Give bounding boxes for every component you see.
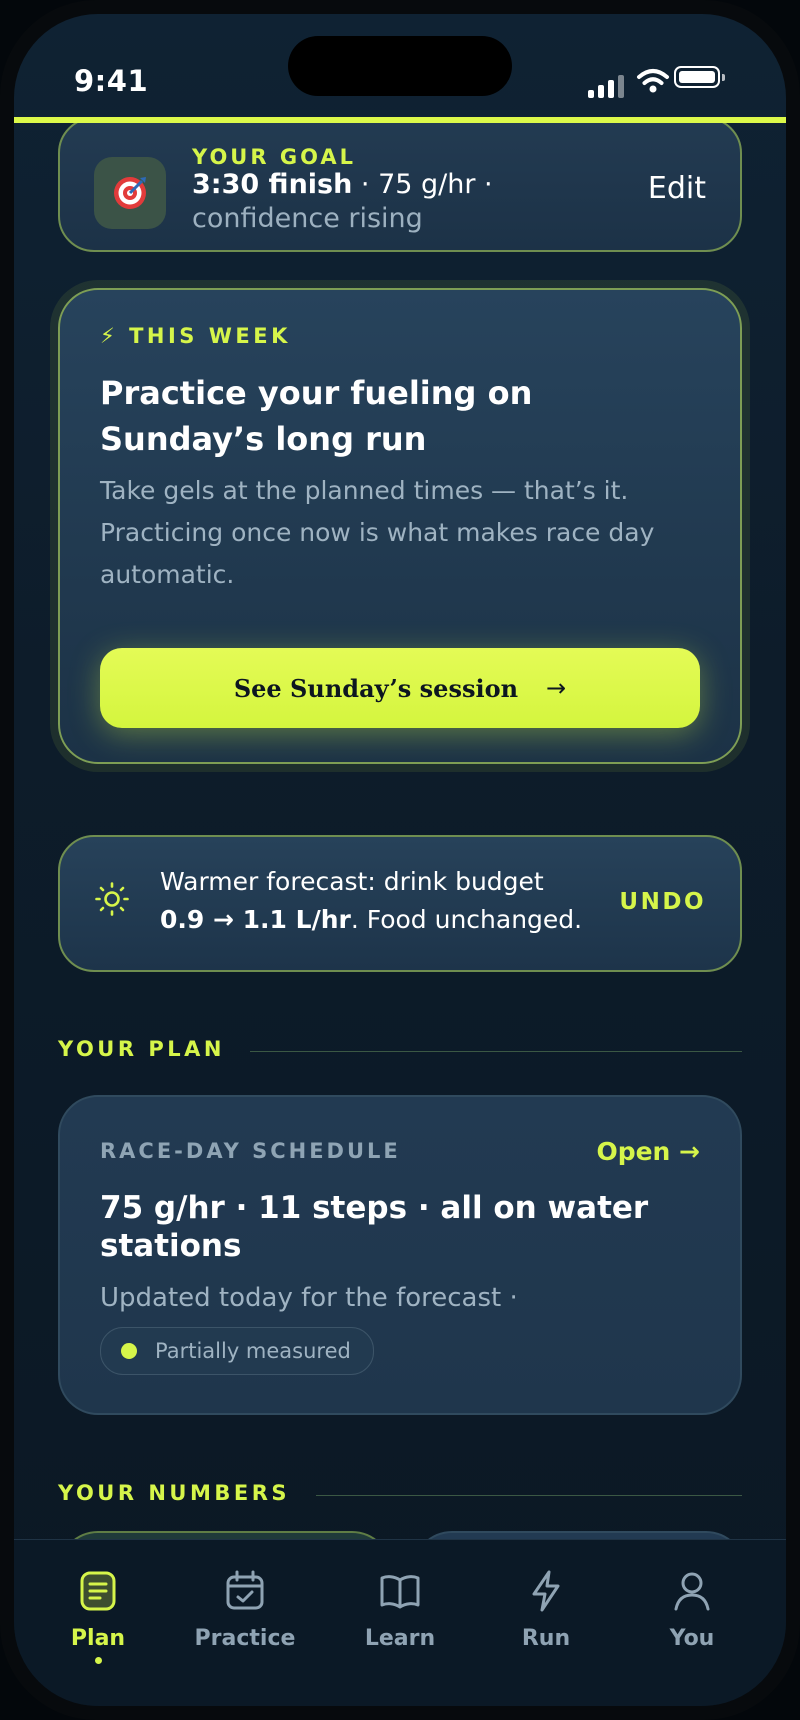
see-session-label: See Sunday’s session — [233, 673, 519, 703]
goal-mood: confidence rising — [192, 203, 423, 234]
battery-icon — [674, 66, 725, 88]
bottom-tab-bar: Plan Practice Learn Run You — [14, 1539, 786, 1706]
status-dot-icon — [121, 1343, 137, 1359]
goal-label: YOUR GOAL — [192, 145, 357, 169]
tab-run[interactable]: Run — [486, 1568, 606, 1651]
forecast-line2: 0.9 → 1.1 L/hr. Food unchanged. — [160, 905, 582, 934]
user-icon — [674, 1572, 710, 1611]
numbers-section-title: YOUR NUMBERS — [58, 1481, 291, 1505]
this-week-title: Practice your fueling on Sunday’s long r… — [100, 374, 533, 458]
status-badge-label: Partially measured — [155, 1339, 351, 1363]
tab-learn-label: Learn — [364, 1626, 436, 1651]
dynamic-island — [288, 36, 512, 96]
phone-frame: 9:41 YOUR GOAL 3:30 finish · 75 g/hr · c… — [0, 0, 800, 1720]
active-tab-indicator — [94, 1657, 102, 1664]
undo-button[interactable]: UNDO — [619, 889, 706, 915]
lightning-icon: ⚡︎ — [100, 324, 130, 348]
forecast-line1: Warmer forecast: drink budget — [160, 867, 544, 896]
lightning-icon — [532, 1570, 560, 1612]
tab-learn[interactable]: Learn — [340, 1568, 460, 1651]
signal-icon — [588, 68, 628, 98]
schedule-updated: Updated today for the forecast · — [100, 1283, 518, 1313]
status-time: 9:41 — [74, 64, 149, 98]
numbers-section-header: YOUR NUMBERS — [58, 1481, 742, 1511]
divider — [250, 1051, 742, 1052]
edit-goal-button[interactable]: Edit — [648, 171, 706, 206]
tab-practice-label: Practice — [194, 1626, 296, 1651]
tab-practice[interactable]: Practice — [185, 1568, 305, 1651]
this-week-label: ⚡︎ THIS WEEK — [100, 324, 291, 348]
goal-rate: · 75 g/hr · — [352, 169, 493, 200]
target-icon — [94, 157, 166, 229]
wifi-icon — [637, 69, 669, 93]
scroll-content[interactable]: YOUR GOAL 3:30 finish · 75 g/hr · confid… — [14, 123, 786, 1543]
goal-finish: 3:30 finish — [192, 169, 353, 200]
sun-icon — [95, 882, 129, 916]
see-session-button[interactable]: See Sunday’s session → — [100, 648, 700, 728]
screen: 9:41 YOUR GOAL 3:30 finish · 75 g/hr · c… — [14, 14, 786, 1706]
forecast-banner: Warmer forecast: drink budget 0.9 → 1.1 … — [58, 835, 742, 972]
schedule-title: 75 g/hr · 11 steps · all on water statio… — [100, 1190, 649, 1264]
arrow-right-icon: → — [546, 674, 567, 702]
tab-plan[interactable]: Plan — [38, 1568, 158, 1664]
book-open-icon — [380, 1575, 420, 1609]
race-schedule-card[interactable]: RACE-DAY SCHEDULE Open → 75 g/hr · 11 st… — [58, 1095, 742, 1415]
this-week-card: ⚡︎ THIS WEEK Practice your fueling on Su… — [58, 288, 742, 764]
calendar-check-icon — [226, 1570, 264, 1610]
tab-plan-label: Plan — [70, 1626, 126, 1651]
this-week-body: Take gels at the planned times — that’s … — [100, 476, 655, 589]
document-list-icon — [80, 1571, 116, 1611]
tab-you[interactable]: You — [632, 1568, 752, 1651]
open-schedule-link[interactable]: Open → — [596, 1137, 700, 1166]
tab-you-label: You — [669, 1626, 715, 1651]
goal-summary: 3:30 finish · 75 g/hr · — [192, 169, 493, 200]
status-badge: Partially measured — [100, 1327, 374, 1375]
schedule-label: RACE-DAY SCHEDULE — [100, 1139, 401, 1163]
tab-run-label: Run — [521, 1626, 571, 1651]
divider — [316, 1495, 742, 1496]
plan-section-title: YOUR PLAN — [58, 1037, 225, 1061]
plan-section-header: YOUR PLAN — [58, 1037, 742, 1067]
goal-card[interactable]: YOUR GOAL 3:30 finish · 75 g/hr · confid… — [58, 123, 742, 252]
status-bar: 9:41 — [14, 14, 786, 120]
forecast-rest: . Food unchanged. — [350, 905, 583, 934]
budget-change: 0.9 → 1.1 L/hr — [160, 905, 351, 934]
